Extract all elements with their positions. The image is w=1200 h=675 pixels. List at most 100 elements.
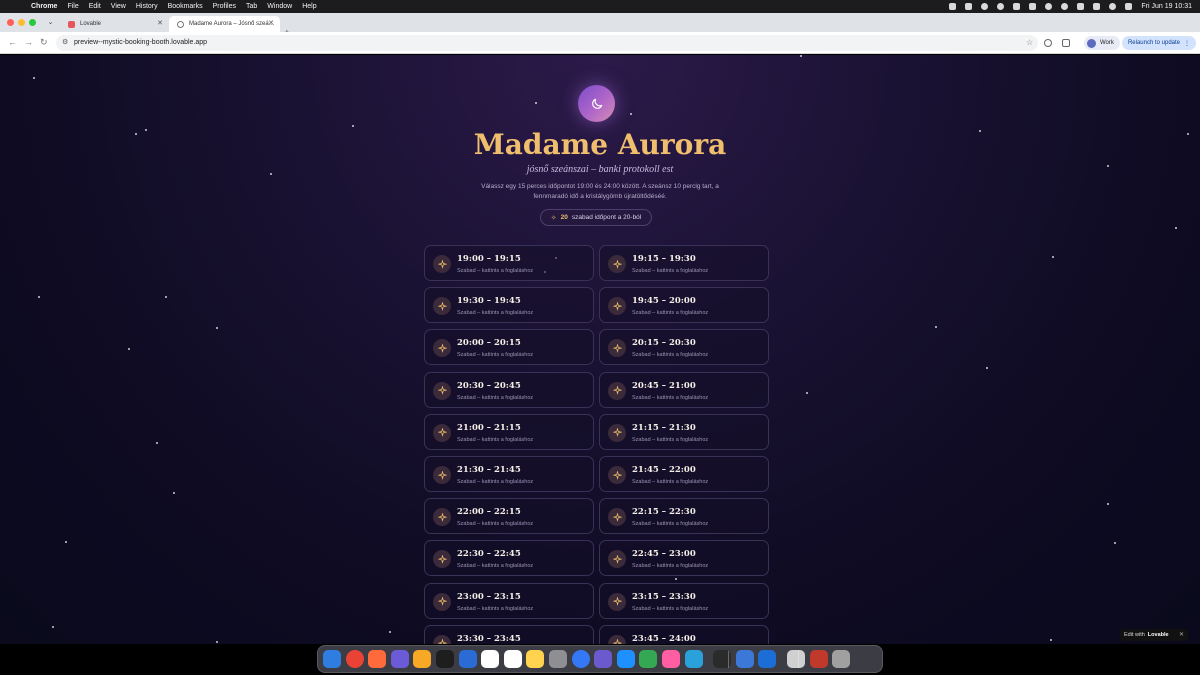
sparkles-icon — [608, 634, 626, 644]
sparkles-icon — [433, 339, 451, 358]
time-slot-card[interactable]: 20:00 – 20:15 Szabad – kattints a foglalá… — [424, 329, 594, 366]
time-slot-card[interactable]: 23:45 – 24:00Szabad – kattints a foglalá… — [599, 624, 769, 644]
close-tab-icon[interactable]: ✕ — [268, 19, 274, 27]
relaunch-label: Relaunch to update — [1127, 40, 1181, 46]
page-subtitle: jósnő szeánszai – banki protokoll est — [526, 164, 674, 175]
menu-file[interactable]: File — [67, 3, 78, 10]
battery-icon[interactable] — [1093, 3, 1101, 10]
calendar-icon[interactable] — [503, 650, 522, 668]
back-arrow-icon[interactable]: ← — [8, 37, 17, 47]
menu-bookmarks[interactable]: Bookmarks — [168, 3, 203, 10]
status-app-icon[interactable] — [981, 3, 989, 10]
bookmark-star-icon[interactable]: ☆ — [1026, 38, 1033, 47]
trash-icon[interactable] — [832, 650, 851, 668]
star-dot — [216, 641, 218, 643]
menu-history[interactable]: History — [136, 3, 158, 10]
app-icon[interactable] — [390, 650, 409, 668]
time-slot-card[interactable]: 22:15 – 22:30 Szabad – kattints a foglalá… — [599, 498, 769, 535]
menu-help[interactable]: Help — [302, 3, 316, 10]
macos-menu-bar: Chrome File Edit View History Bookmarks … — [0, 0, 1200, 13]
status-app-icon[interactable] — [1045, 3, 1053, 10]
app-icon[interactable] — [368, 650, 387, 668]
time-slot-card[interactable]: 22:30 – 22:45 Szabad – kattints a foglalá… — [424, 540, 594, 577]
address-bar[interactable]: ⚙ preview--mystic-booking-booth.lovable.… — [56, 35, 1038, 51]
time-slot-card[interactable]: 21:45 – 22:00 Szabad – kattints a foglalá… — [599, 456, 769, 492]
app-icon[interactable] — [787, 650, 805, 668]
chrome-icon[interactable] — [345, 650, 364, 668]
relaunch-button[interactable]: Relaunch to update ⋮ — [1122, 36, 1196, 50]
app-icon[interactable] — [458, 650, 477, 668]
search-icon[interactable] — [1109, 3, 1117, 10]
time-slot-card[interactable]: 22:00 – 22:15 Szabad – kattints a foglalá… — [424, 498, 594, 535]
menu-view[interactable]: View — [111, 3, 126, 10]
app-store-icon[interactable] — [616, 650, 635, 668]
menu-profiles[interactable]: Profiles — [213, 3, 236, 10]
menubar-clock[interactable]: Fri Jun 19 10:31 — [1141, 3, 1192, 10]
time-slot-card[interactable]: 20:30 – 20:45 Szabad – kattints a foglalá… — [424, 371, 594, 408]
time-slot-card[interactable]: 23:30 – 23:45Szabad – kattints a foglalá… — [424, 624, 594, 644]
tab-madame-aurora[interactable]: Madame Aurora – Jósnő szeá… ✕ — [169, 16, 280, 32]
tab-search-chevron-icon[interactable]: ⌄ — [45, 17, 56, 28]
photos-icon[interactable] — [662, 650, 680, 668]
tab-lovable[interactable]: Lovable ✕ — [60, 16, 169, 32]
menu-window[interactable]: Window — [267, 3, 292, 10]
maximize-window-icon[interactable] — [29, 19, 36, 26]
forward-arrow-icon[interactable]: → — [24, 37, 33, 47]
time-slot-card[interactable]: 21:00 – 21:15 Szabad – kattints a foglalá… — [424, 413, 594, 450]
finder-icon[interactable] — [323, 650, 341, 668]
star-dot — [165, 296, 167, 298]
app-icon[interactable] — [735, 650, 754, 668]
wifi-icon[interactable] — [1061, 3, 1069, 10]
time-slot-card[interactable]: 21:15 – 21:30 Szabad – kattints a foglalá… — [599, 413, 769, 450]
menu-edit[interactable]: Edit — [89, 3, 101, 10]
app-icon[interactable] — [481, 650, 500, 668]
time-slot-card[interactable]: 19:15 – 19:30 Szabad – kattints a foglalá… — [599, 245, 769, 281]
zoom-icon[interactable] — [1044, 39, 1052, 47]
reload-icon[interactable]: ↻ — [40, 37, 48, 48]
time-slot-card[interactable]: 23:15 – 23:30 Szabad – kattints a foglalá… — [599, 582, 769, 619]
time-slot-card[interactable]: 22:45 – 23:00 Szabad – kattints a foglalá… — [599, 540, 769, 577]
keyboard-input-icon[interactable] — [1077, 3, 1085, 10]
close-window-icon[interactable] — [7, 19, 14, 26]
app-icon[interactable] — [758, 650, 777, 668]
slot-time: 23:30 – 23:45 — [457, 633, 521, 644]
time-slot-card[interactable]: 19:30 – 19:45 Szabad – kattints a foglalá… — [424, 287, 594, 324]
menu-app-name[interactable]: Chrome — [31, 3, 57, 10]
safari-icon[interactable] — [571, 650, 590, 668]
edit-with-lovable-badge[interactable]: Edit with Lovable ✕ — [1120, 629, 1188, 641]
notes-icon[interactable] — [526, 650, 545, 668]
minimize-window-icon[interactable] — [18, 19, 25, 26]
dock-separator — [798, 651, 799, 668]
status-app-icon[interactable] — [1013, 3, 1021, 10]
slot-time: 20:00 – 20:15 — [457, 338, 521, 349]
app-icon[interactable] — [594, 650, 613, 668]
close-icon[interactable]: ✕ — [1179, 631, 1184, 638]
status-app-icon[interactable] — [949, 3, 957, 10]
time-slot-card[interactable]: 20:45 – 21:00 Szabad – kattints a foglalá… — [599, 371, 769, 408]
site-info-icon[interactable]: ⚙ — [62, 38, 68, 46]
status-app-icon[interactable] — [965, 3, 973, 10]
time-slot-card[interactable]: 19:00 – 19:15 Szabad – kattints a foglalá… — [424, 245, 594, 281]
status-app-icon[interactable] — [1029, 3, 1037, 10]
profile-button[interactable]: Work — [1084, 36, 1120, 50]
terminal-icon[interactable] — [436, 650, 454, 668]
close-tab-icon[interactable]: ✕ — [157, 19, 163, 27]
control-center-icon[interactable] — [1125, 3, 1133, 10]
star-dot — [33, 77, 35, 79]
profile-avatar — [1087, 38, 1096, 48]
status-app-icon[interactable] — [997, 3, 1005, 10]
app-icon[interactable] — [639, 650, 658, 668]
telegram-icon[interactable] — [684, 650, 703, 668]
time-slot-card[interactable]: 21:30 – 21:45 Szabad – kattints a foglalá… — [424, 456, 594, 492]
more-menu-icon[interactable]: ⋮ — [1184, 40, 1190, 47]
url-text[interactable]: preview--mystic-booking-booth.lovable.ap… — [74, 39, 207, 46]
app-icon[interactable] — [809, 650, 828, 668]
time-slot-card[interactable]: 19:45 – 20:00 Szabad – kattints a foglalá… — [599, 287, 769, 324]
settings-icon[interactable] — [549, 650, 567, 668]
time-slot-card[interactable]: 23:00 – 23:15 Szabad – kattints a foglalá… — [424, 582, 594, 619]
app-icon[interactable] — [413, 650, 432, 668]
extensions-icon[interactable] — [1062, 39, 1070, 47]
time-slot-card[interactable]: 20:15 – 20:30 Szabad – kattints a foglalá… — [599, 329, 769, 366]
menu-tab[interactable]: Tab — [246, 3, 257, 10]
slot-time: 20:45 – 21:00 — [632, 380, 696, 391]
